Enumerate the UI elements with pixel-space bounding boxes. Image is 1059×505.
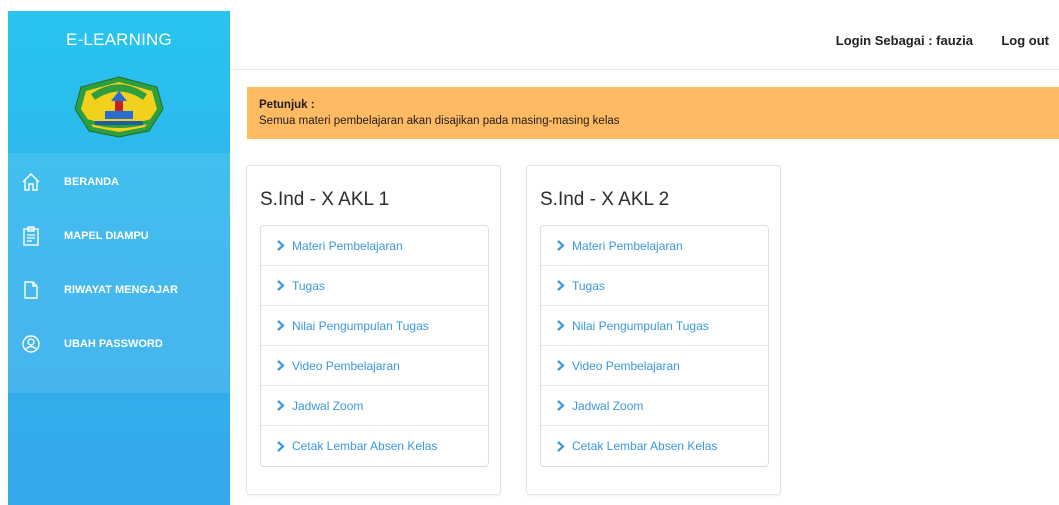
menu-item-label: Materi Pembelajaran: [292, 238, 403, 253]
menu-item-label: Cetak Lembar Absen Kelas: [572, 439, 718, 453]
chevron-right-icon: [556, 360, 566, 372]
class-menu: Materi Pembelajaran Tugas Nilai Pengumpu…: [540, 225, 769, 467]
document-icon: [20, 279, 42, 301]
chevron-right-icon: [276, 320, 286, 332]
menu-item-label: Cetak Lembar Absen Kelas: [292, 439, 438, 453]
menu-item-materi-pembelajaran[interactable]: Materi Pembelajaran: [261, 226, 488, 266]
sidebar-item-label: UBAH PASSWORD: [64, 338, 163, 350]
chevron-right-icon: [276, 360, 286, 372]
sidebar-item-label: RIWAYAT MENGAJAR: [64, 284, 178, 296]
chevron-right-icon: [276, 240, 286, 252]
login-status: Login Sebagai : fauzia: [835, 33, 973, 48]
menu-item-nilai-pengumpulan-tugas[interactable]: Nilai Pengumpulan Tugas: [261, 306, 488, 346]
menu-item-label: Materi Pembelajaran: [572, 238, 683, 253]
alert-title: Petunjuk :: [259, 99, 315, 111]
menu-item-label: Tugas: [292, 278, 325, 293]
chevron-right-icon: [556, 440, 566, 452]
sidebar-nav: BERANDA MAPEL DIAMPU RIWAYAT MENGAJAR UB…: [8, 153, 230, 393]
sidebar-item-label: BERANDA: [64, 176, 119, 188]
sidebar-item-label: MAPEL DIAMPU: [64, 230, 149, 242]
menu-item-label: Video Pembelajaran: [572, 358, 680, 373]
menu-item-label: Video Pembelajaran: [292, 358, 400, 373]
class-card: S.Ind - X AKL 2 Materi Pembelajaran Tuga…: [526, 165, 781, 495]
sidebar: E-LEARNING BERANDA MAPEL DIAMPU RIWAYAT …: [8, 11, 230, 505]
menu-item-tugas[interactable]: Tugas: [541, 266, 768, 306]
menu-item-label: Jadwal Zoom: [292, 398, 364, 413]
class-menu: Materi Pembelajaran Tugas Nilai Pengumpu…: [260, 225, 489, 467]
chevron-right-icon: [556, 320, 566, 332]
brand-title[interactable]: E-LEARNING: [8, 11, 230, 68]
menu-item-label: Nilai Pengumpulan Tugas: [292, 318, 429, 333]
menu-item-materi-pembelajaran[interactable]: Materi Pembelajaran: [541, 226, 768, 266]
menu-item-tugas[interactable]: Tugas: [261, 266, 488, 306]
chevron-right-icon: [556, 240, 566, 252]
menu-item-label: Nilai Pengumpulan Tugas: [572, 318, 709, 333]
chevron-right-icon: [276, 280, 286, 292]
menu-item-jadwal-zoom[interactable]: Jadwal Zoom: [541, 386, 768, 426]
sidebar-item-ubah-password[interactable]: UBAH PASSWORD: [8, 317, 230, 371]
clipboard-icon: [20, 225, 42, 247]
menu-item-label: Jadwal Zoom: [572, 398, 644, 413]
alert-message: Semua materi pembelajaran akan disajikan…: [259, 115, 620, 127]
chevron-right-icon: [556, 280, 566, 292]
sidebar-item-riwayat-mengajar[interactable]: RIWAYAT MENGAJAR: [8, 263, 230, 317]
menu-item-nilai-pengumpulan-tugas[interactable]: Nilai Pengumpulan Tugas: [541, 306, 768, 346]
logout-link[interactable]: Log out: [1001, 33, 1049, 48]
chevron-right-icon: [276, 440, 286, 452]
school-logo: [8, 68, 230, 145]
sidebar-item-beranda[interactable]: BERANDA: [8, 155, 230, 209]
menu-item-video-pembelajaran[interactable]: Video Pembelajaran: [261, 346, 488, 386]
menu-item-cetak-lembar-absen-kelas[interactable]: Cetak Lembar Absen Kelas: [541, 426, 768, 466]
chevron-right-icon: [556, 400, 566, 412]
sidebar-item-mapel-diampu[interactable]: MAPEL DIAMPU: [8, 209, 230, 263]
top-bar: Login Sebagai : fauzia Log out: [230, 24, 1059, 70]
user-circle-icon: [20, 333, 42, 355]
instruction-alert: Petunjuk : Semua materi pembelajaran aka…: [247, 87, 1059, 139]
class-card: S.Ind - X AKL 1 Materi Pembelajaran Tuga…: [246, 165, 501, 495]
home-icon: [20, 171, 42, 193]
class-title: S.Ind - X AKL 1: [260, 189, 390, 210]
class-title: S.Ind - X AKL 2: [540, 189, 670, 210]
menu-item-video-pembelajaran[interactable]: Video Pembelajaran: [541, 346, 768, 386]
chevron-right-icon: [276, 400, 286, 412]
menu-item-cetak-lembar-absen-kelas[interactable]: Cetak Lembar Absen Kelas: [261, 426, 488, 466]
menu-item-label: Tugas: [572, 278, 605, 293]
menu-item-jadwal-zoom[interactable]: Jadwal Zoom: [261, 386, 488, 426]
